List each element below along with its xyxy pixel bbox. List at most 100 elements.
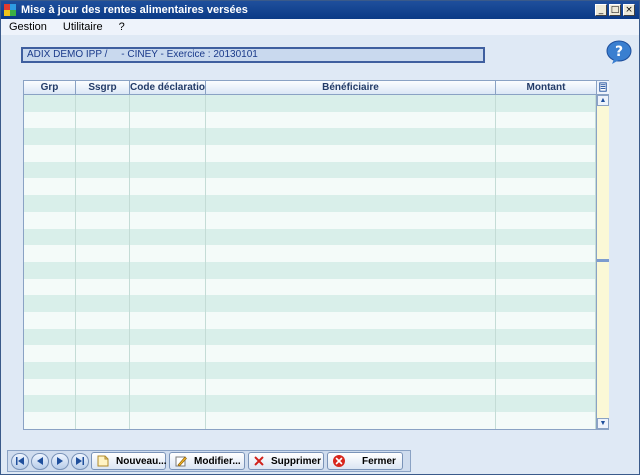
table-cell[interactable] [206,412,496,429]
table-cell[interactable] [206,311,496,329]
table-cell[interactable] [24,328,76,346]
table-cell[interactable] [24,395,76,413]
table-cell[interactable] [130,95,206,112]
fermer-button[interactable]: Fermer [327,452,403,470]
table-cell[interactable] [206,211,496,229]
table-row[interactable] [24,261,596,279]
table-cell[interactable] [24,145,76,162]
table-cell[interactable] [206,228,496,246]
table-cell[interactable] [76,228,130,246]
table-row[interactable] [24,95,596,112]
table-cell[interactable] [130,161,206,179]
table-cell[interactable] [130,278,206,296]
maximize-button[interactable]: □ [609,4,621,16]
table-cell[interactable] [24,211,76,229]
table-cell[interactable] [76,278,130,296]
table-row[interactable] [24,362,596,379]
table-cell[interactable] [76,111,130,129]
table-cell[interactable] [206,362,496,379]
column-header-montant[interactable]: Montant [496,81,596,95]
table-cell[interactable] [24,195,76,212]
nouveau-button[interactable]: Nouveau... [91,452,167,470]
table-row[interactable] [24,111,596,129]
column-settings-icon[interactable] [596,81,609,95]
table-row[interactable] [24,378,596,396]
scroll-thumb[interactable] [597,259,609,262]
minimize-button[interactable]: _ [595,4,607,16]
table-cell[interactable] [76,145,130,162]
title-bar[interactable]: Mise à jour des rentes alimentaires vers… [1,1,639,19]
table-cell[interactable] [76,95,130,112]
table-cell[interactable] [76,328,130,346]
table-cell[interactable] [130,412,206,429]
table-cell[interactable] [24,278,76,296]
table-cell[interactable] [24,228,76,246]
table-cell[interactable] [130,178,206,196]
table-cell[interactable] [496,211,596,229]
table-cell[interactable] [206,328,496,346]
table-cell[interactable] [496,245,596,262]
table-row[interactable] [24,178,596,196]
help-icon[interactable]: ? [605,39,633,65]
table-cell[interactable] [496,378,596,396]
table-cell[interactable] [206,378,496,396]
table-row[interactable] [24,311,596,329]
table-cell[interactable] [496,111,596,129]
table-cell[interactable] [76,211,130,229]
table-cell[interactable] [496,161,596,179]
table-row[interactable] [24,161,596,179]
table-cell[interactable] [496,328,596,346]
menu-help[interactable]: ? [111,21,133,33]
table-cell[interactable] [496,278,596,296]
scroll-up-icon[interactable]: ▲ [597,95,609,106]
table-cell[interactable] [76,161,130,179]
table-cell[interactable] [130,328,206,346]
table-cell[interactable] [130,228,206,246]
column-header-code-declaration[interactable]: Code déclaration [130,81,206,95]
table-cell[interactable] [130,145,206,162]
table-cell[interactable] [24,345,76,362]
table-cell[interactable] [496,295,596,312]
table-cell[interactable] [206,395,496,413]
menu-utilitaire[interactable]: Utilitaire [55,21,111,33]
table-cell[interactable] [76,295,130,312]
supprimer-button[interactable]: Supprimer [248,452,324,470]
table-cell[interactable] [24,111,76,129]
table-cell[interactable] [130,128,206,146]
table-cell[interactable] [76,311,130,329]
table-cell[interactable] [206,195,496,212]
modifier-button[interactable]: Modifier... [169,452,245,470]
grid-body[interactable] [24,95,596,429]
table-cell[interactable] [130,345,206,362]
table-cell[interactable] [76,362,130,379]
table-cell[interactable] [130,378,206,396]
previous-record-icon[interactable] [31,452,49,470]
table-cell[interactable] [130,211,206,229]
table-cell[interactable] [130,311,206,329]
table-row[interactable] [24,278,596,296]
table-cell[interactable] [76,412,130,429]
table-row[interactable] [24,245,596,262]
table-cell[interactable] [130,362,206,379]
table-cell[interactable] [24,378,76,396]
table-cell[interactable] [130,195,206,212]
table-cell[interactable] [130,395,206,413]
table-cell[interactable] [130,295,206,312]
table-cell[interactable] [206,278,496,296]
table-cell[interactable] [24,412,76,429]
table-cell[interactable] [76,128,130,146]
table-row[interactable] [24,228,596,246]
last-record-icon[interactable] [71,452,89,470]
table-cell[interactable] [76,378,130,396]
table-cell[interactable] [496,178,596,196]
data-grid[interactable]: Grp Ssgrp Code déclaration Bénéficiaire … [23,80,609,430]
first-record-icon[interactable] [11,452,29,470]
table-cell[interactable] [130,245,206,262]
table-cell[interactable] [496,228,596,246]
table-cell[interactable] [76,245,130,262]
column-header-grp[interactable]: Grp [24,81,76,95]
table-row[interactable] [24,328,596,346]
table-cell[interactable] [496,195,596,212]
table-cell[interactable] [24,161,76,179]
table-cell[interactable] [206,161,496,179]
